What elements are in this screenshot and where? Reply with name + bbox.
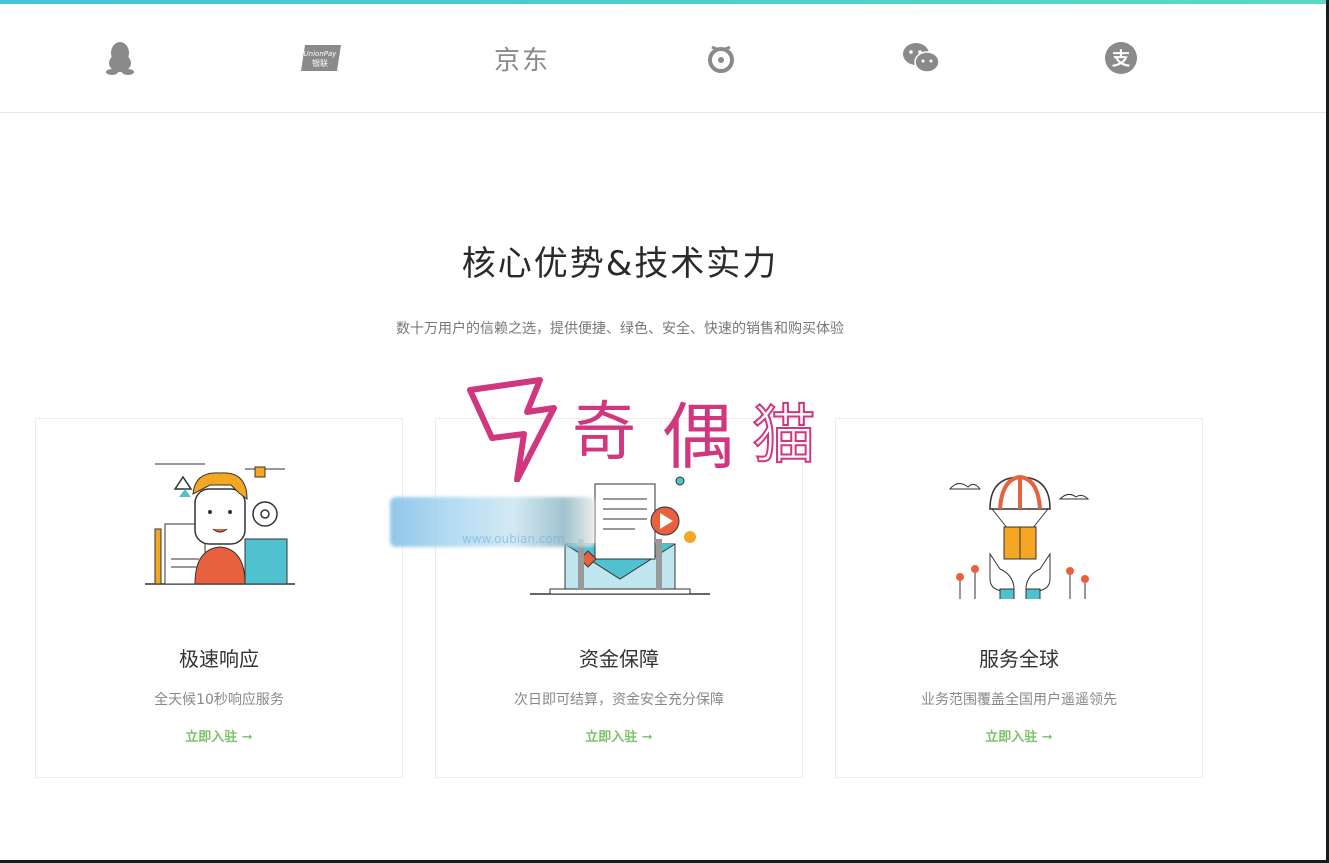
alipay-icon[interactable]: 支 [1096,26,1146,90]
section-subtitle: 数十万用户的信赖之选，提供便捷、绿色、安全、快速的销售和购买体验 [396,321,844,337]
parachute-delivery-illustration [836,449,1204,609]
svg-text:银联: 银联 [312,58,328,68]
feature-card-fast-response: 极速响应 全天候10秒响应服务 立即入驻 ➞ [35,418,403,778]
svg-text:奇: 奇 [572,396,636,470]
support-agent-illustration [36,449,404,609]
card-description: 全天候10秒响应服务 [154,692,284,708]
partner-logo-bar: UnionPay 银联 京东 支 [0,4,1326,113]
watermark-logo: 奇 偶 猫 [462,372,842,483]
svg-text:UnionPay: UnionPay [304,50,338,58]
unionpay-icon[interactable]: UnionPay 银联 [296,26,346,90]
section-title: 核心优势&技术实力 [461,244,779,284]
join-now-link[interactable]: 立即入驻 ➞ [36,726,402,745]
card-title: 资金保障 [579,647,659,671]
svg-text:猫: 猫 [752,399,816,473]
card-description: 次日即可结算，资金安全充分保障 [514,692,724,708]
feature-card-global-service: 服务全球 业务范围覆盖全国用户遥遥领先 立即入驻 ➞ [835,418,1203,778]
watermark-url: www.oubian.com [462,532,565,546]
jd-icon[interactable]: 京东 [490,26,554,90]
card-title: 极速响应 [179,647,259,671]
spiral-logo-icon[interactable] [696,26,746,90]
card-description: 业务范围覆盖全国用户遥遥领先 [921,692,1117,708]
wechat-icon[interactable] [896,26,946,90]
join-now-link[interactable]: 立即入驻 ➞ [436,726,802,745]
svg-text:偶: 偶 [662,395,734,479]
qq-penguin-icon[interactable] [95,26,145,90]
card-title: 服务全球 [979,647,1059,671]
join-now-link[interactable]: 立即入驻 ➞ [836,726,1202,745]
